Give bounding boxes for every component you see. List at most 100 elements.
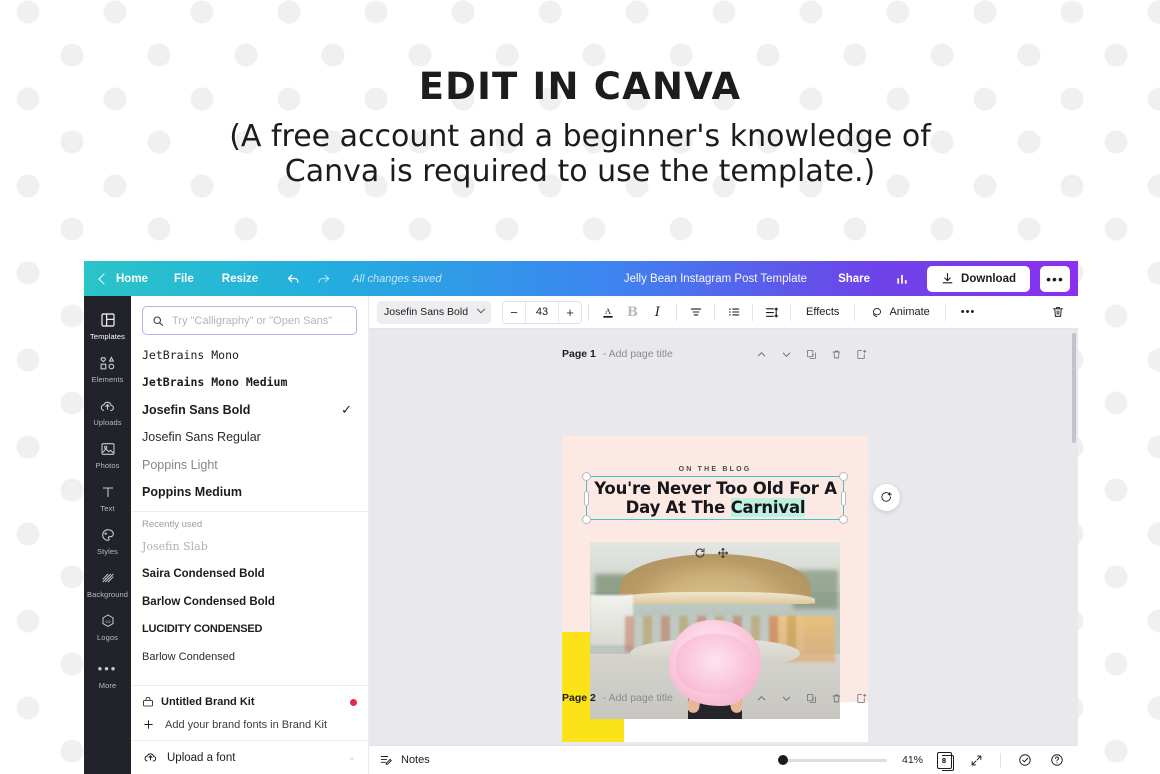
font-option-jetbrains-mono[interactable]: JetBrains Mono bbox=[131, 341, 368, 369]
document-title[interactable]: Jelly Bean Instagram Post Template bbox=[624, 273, 807, 285]
add-brand-fonts-row[interactable]: Add your brand fonts in Brand Kit bbox=[131, 712, 368, 738]
font-option-label: Josefin Sans Regular bbox=[142, 430, 261, 445]
move-icon[interactable] bbox=[716, 546, 730, 560]
resize-handle-bottom-left[interactable] bbox=[582, 515, 591, 524]
chevron-up-icon[interactable] bbox=[754, 691, 768, 705]
delete-icon[interactable] bbox=[829, 347, 843, 361]
fullscreen-icon[interactable] bbox=[965, 749, 987, 771]
file-menu-button[interactable]: File bbox=[160, 266, 208, 292]
sidebar-item-elements[interactable]: Elements bbox=[84, 347, 131, 390]
zoom-level-value: 41% bbox=[901, 754, 923, 766]
zoom-slider[interactable] bbox=[778, 755, 887, 765]
add-page-icon[interactable] bbox=[854, 347, 868, 361]
check-circle-icon[interactable] bbox=[1014, 749, 1036, 771]
page-grid-icon[interactable]: 8 bbox=[933, 749, 955, 771]
recent-font-josefin-slab[interactable]: Josefin Slab bbox=[131, 533, 368, 561]
canvas-scroll-area[interactable]: Page 1 - Add page title ON THE BLOG You'… bbox=[369, 329, 1078, 774]
font-option-josefin-sans-regular[interactable]: Josefin Sans Regular bbox=[131, 424, 368, 452]
page1-eyebrow-text[interactable]: ON THE BLOG bbox=[562, 466, 868, 473]
bold-button[interactable]: B bbox=[620, 300, 645, 325]
sidebar-item-text[interactable]: Text bbox=[84, 476, 131, 519]
trash-icon[interactable] bbox=[1045, 300, 1070, 325]
upload-font-row[interactable]: Upload a font ⌄ bbox=[131, 740, 368, 774]
home-button[interactable]: Home bbox=[94, 266, 160, 292]
font-option-jetbrains-mono-medium[interactable]: JetBrains Mono Medium bbox=[131, 369, 368, 397]
zoom-slider-knob[interactable] bbox=[778, 755, 788, 765]
line-spacing-icon[interactable] bbox=[759, 300, 784, 325]
font-size-stepper[interactable]: − 43 + bbox=[502, 300, 582, 324]
animate-button[interactable]: Animate bbox=[861, 300, 938, 325]
banner-title: EDIT IN CANVA bbox=[418, 65, 742, 108]
font-size-increase-button[interactable]: + bbox=[559, 301, 581, 323]
undo-icon[interactable] bbox=[278, 266, 308, 292]
duplicate-icon[interactable] bbox=[804, 347, 818, 361]
toolbar-divider bbox=[588, 303, 589, 321]
recent-font-barlow-condensed-bold[interactable]: Barlow Condensed Bold bbox=[131, 588, 368, 616]
font-family-selector[interactable]: Josefin Sans Bold bbox=[377, 300, 491, 324]
text-selection-box[interactable] bbox=[582, 472, 848, 524]
font-size-decrease-button[interactable]: − bbox=[503, 301, 525, 323]
toolbar-divider bbox=[676, 303, 677, 321]
font-option-poppins-medium[interactable]: Poppins Medium bbox=[131, 479, 368, 507]
chevron-up-icon[interactable] bbox=[754, 347, 768, 361]
recent-font-lucidity-condensed[interactable]: LUCIDITY CONDENSED bbox=[131, 616, 368, 644]
resize-handle-bottom-right[interactable] bbox=[839, 515, 848, 524]
font-size-value[interactable]: 43 bbox=[525, 301, 559, 323]
bottom-divider bbox=[1000, 752, 1001, 768]
sidebar-item-background[interactable]: Background bbox=[84, 562, 131, 605]
redo-icon[interactable] bbox=[308, 266, 338, 292]
text-color-icon[interactable]: A bbox=[595, 300, 620, 325]
chevron-down-icon bbox=[476, 304, 486, 314]
sidebar-item-photos[interactable]: Photos bbox=[84, 433, 131, 476]
chevron-down-icon[interactable] bbox=[779, 347, 793, 361]
more-icon: ••• bbox=[97, 661, 118, 676]
brand-kit-row[interactable]: Untitled Brand Kit bbox=[131, 692, 368, 712]
check-icon: ✓ bbox=[341, 401, 352, 417]
recent-font-saira-condensed-bold[interactable]: Saira Condensed Bold bbox=[131, 561, 368, 589]
bullet-list-icon[interactable] bbox=[721, 300, 746, 325]
rotate-icon[interactable] bbox=[693, 546, 707, 560]
zoom-controls: 41% 8 bbox=[778, 749, 1068, 771]
page1-title-row[interactable]: Page 1 - Add page title bbox=[562, 348, 673, 360]
page2-title-placeholder[interactable]: - Add page title bbox=[603, 692, 673, 704]
align-center-icon[interactable] bbox=[683, 300, 708, 325]
page2-title-row[interactable]: Page 2 - Add page title bbox=[562, 692, 673, 704]
refresh-add-button[interactable] bbox=[873, 484, 900, 511]
sidebar-item-uploads[interactable]: Uploads bbox=[84, 390, 131, 433]
page1-title-placeholder[interactable]: - Add page title bbox=[603, 348, 673, 360]
top-bar-more-button[interactable]: ••• bbox=[1040, 265, 1070, 292]
upload-cloud-icon bbox=[143, 750, 158, 765]
notes-button[interactable]: Notes bbox=[379, 753, 430, 767]
font-search-box[interactable] bbox=[142, 306, 357, 335]
duplicate-icon[interactable] bbox=[804, 691, 818, 705]
page-count-badge: 8 bbox=[936, 751, 954, 771]
add-page-icon[interactable] bbox=[854, 691, 868, 705]
download-button[interactable]: Download bbox=[927, 265, 1030, 292]
help-circle-icon[interactable] bbox=[1046, 749, 1068, 771]
toolbar-more-button[interactable]: ••• bbox=[952, 300, 985, 325]
left-rail: Templates Elements Uploads Photos Text S… bbox=[84, 296, 131, 774]
sidebar-item-logos[interactable]: co Logos bbox=[84, 605, 131, 648]
canvas-vertical-scrollbar[interactable] bbox=[1072, 333, 1076, 443]
recent-font-barlow-condensed[interactable]: Barlow Condensed bbox=[131, 643, 368, 671]
top-bar-left-group: Home File Resize All changes saved bbox=[84, 266, 441, 292]
resize-handle-top-right[interactable] bbox=[839, 472, 848, 481]
resize-handle-top-left[interactable] bbox=[582, 472, 591, 481]
bar-chart-icon[interactable] bbox=[887, 266, 917, 292]
sidebar-item-templates[interactable]: Templates bbox=[84, 304, 131, 347]
download-label: Download bbox=[961, 272, 1016, 285]
resize-handle-middle-right[interactable] bbox=[841, 491, 846, 506]
effects-button[interactable]: Effects bbox=[797, 300, 848, 325]
share-button[interactable]: Share bbox=[825, 266, 883, 292]
delete-icon[interactable] bbox=[829, 691, 843, 705]
chevron-down-icon[interactable] bbox=[779, 691, 793, 705]
sidebar-item-more[interactable]: ••• More bbox=[84, 648, 131, 696]
animate-label: Animate bbox=[889, 306, 930, 318]
font-option-poppins-light[interactable]: Poppins Light bbox=[131, 451, 368, 479]
resize-handle-middle-left[interactable] bbox=[584, 491, 589, 506]
font-option-josefin-sans-bold[interactable]: Josefin Sans Bold ✓ bbox=[131, 396, 368, 424]
font-search-input[interactable] bbox=[172, 314, 347, 327]
sidebar-item-styles[interactable]: Styles bbox=[84, 519, 131, 562]
resize-button[interactable]: Resize bbox=[208, 266, 272, 292]
italic-button[interactable]: I bbox=[645, 300, 670, 325]
